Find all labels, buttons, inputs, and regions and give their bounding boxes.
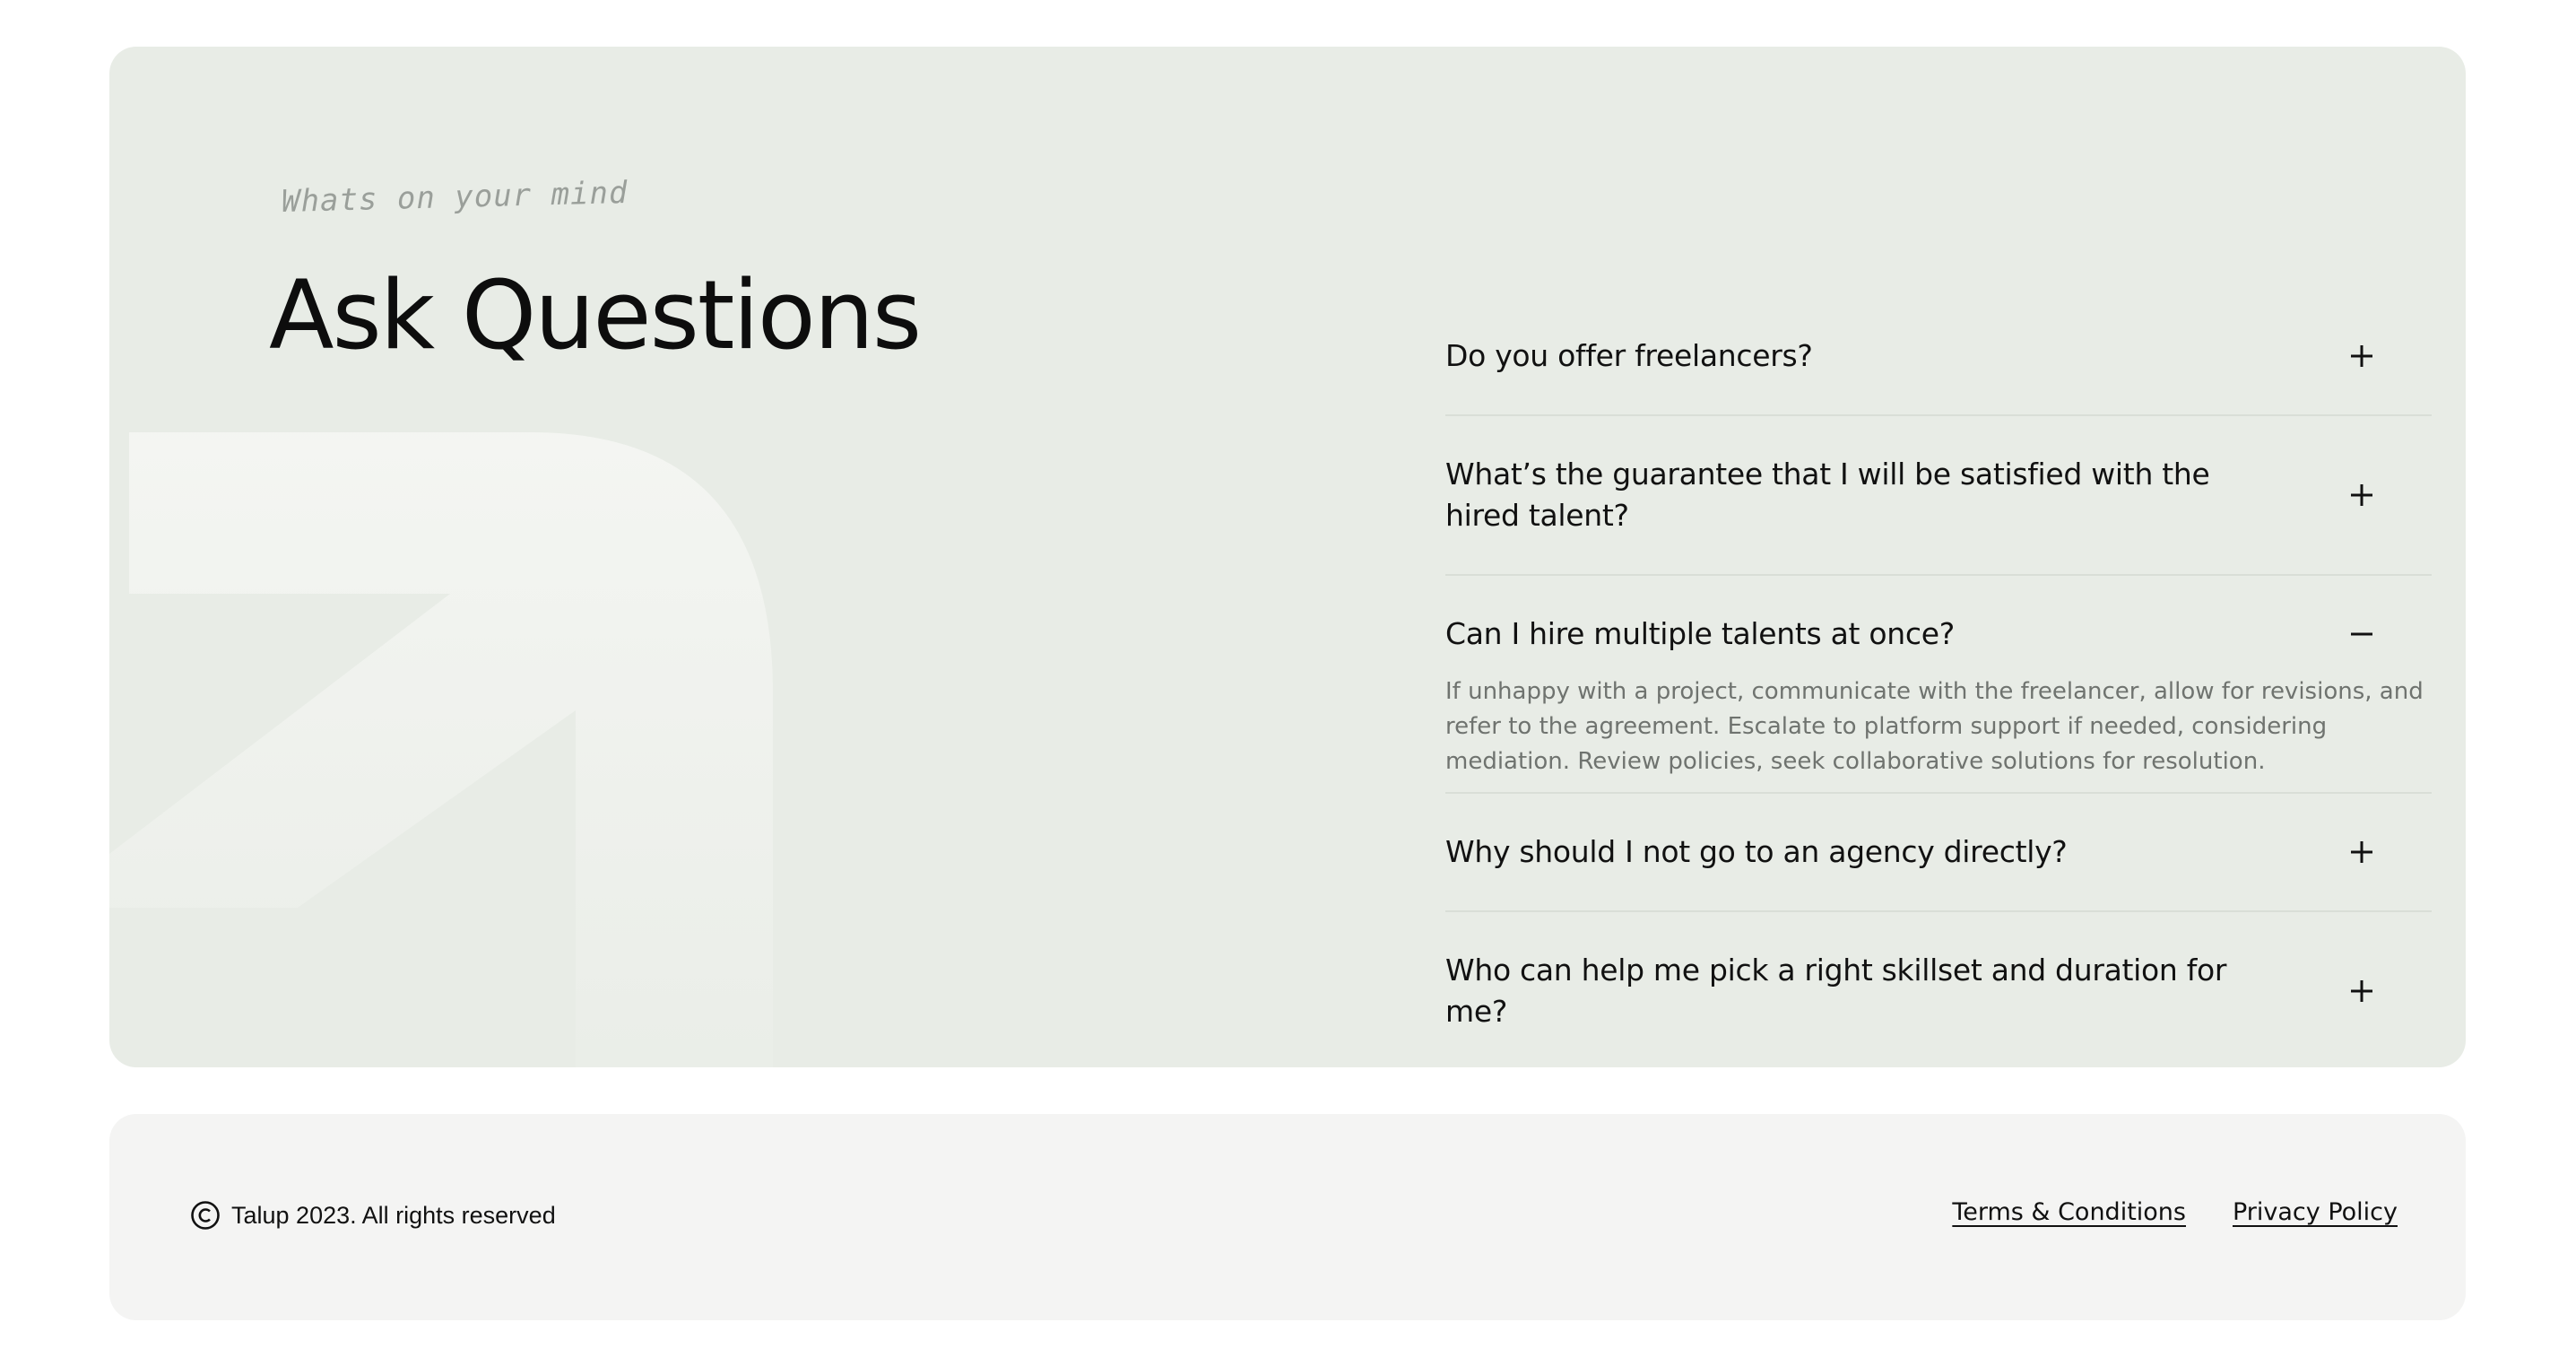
faq-answer: If unhappy with a project, communicate w… [1445,678,2424,775]
plus-icon[interactable] [2344,834,2380,870]
footer: Talup 2023. All rights reserved Terms & … [109,1114,2466,1320]
faq-question-row[interactable]: Can I hire multiple talents at once? [1445,576,2432,685]
faq-question-row[interactable]: What’s the guarantee that I will be sati… [1445,416,2432,574]
faq-item[interactable]: What’s the guarantee that I will be sati… [1445,416,2432,576]
footer-links: Terms & Conditions Privacy Policy [1952,1198,2398,1226]
faq-item-expanded[interactable]: Can I hire multiple talents at once? If … [1445,576,2432,794]
faq-question-row[interactable]: Who can help me pick a right skillset an… [1445,912,2432,1067]
terms-link[interactable]: Terms & Conditions [1952,1198,2186,1226]
plus-icon[interactable] [2344,477,2380,513]
faq-item[interactable]: Do you offer freelancers? [1445,298,2432,416]
faq-list: Do you offer freelancers? What’s the gua… [1445,298,2432,1067]
faq-question: What’s the guarantee that I will be sati… [1445,457,2210,533]
plus-icon[interactable] [2344,973,2380,1009]
plus-icon[interactable] [2344,338,2380,374]
privacy-policy-link[interactable]: Privacy Policy [2233,1198,2398,1226]
faq-question: Why should I not go to an agency directl… [1445,834,2068,869]
faq-question: Can I hire multiple talents at once? [1445,616,1955,651]
faq-section: Whats on your mind Ask Questions Do you … [109,47,2466,1067]
faq-question-row[interactable]: Why should I not go to an agency directl… [1445,794,2432,910]
faq-question: Do you offer freelancers? [1445,338,1813,373]
faq-item[interactable]: Why should I not go to an agency directl… [1445,794,2432,912]
faq-question: Who can help me pick a right skillset an… [1445,953,2227,1029]
minus-icon[interactable] [2344,616,2380,652]
faq-question-row[interactable]: Do you offer freelancers? [1445,298,2432,414]
copyright: Talup 2023. All rights reserved [190,1200,556,1231]
copyright-icon [191,1201,220,1230]
faq-item[interactable]: Who can help me pick a right skillset an… [1445,912,2432,1067]
copyright-text: Talup 2023. All rights reserved [231,1201,556,1229]
section-title: Ask Questions [269,260,922,370]
